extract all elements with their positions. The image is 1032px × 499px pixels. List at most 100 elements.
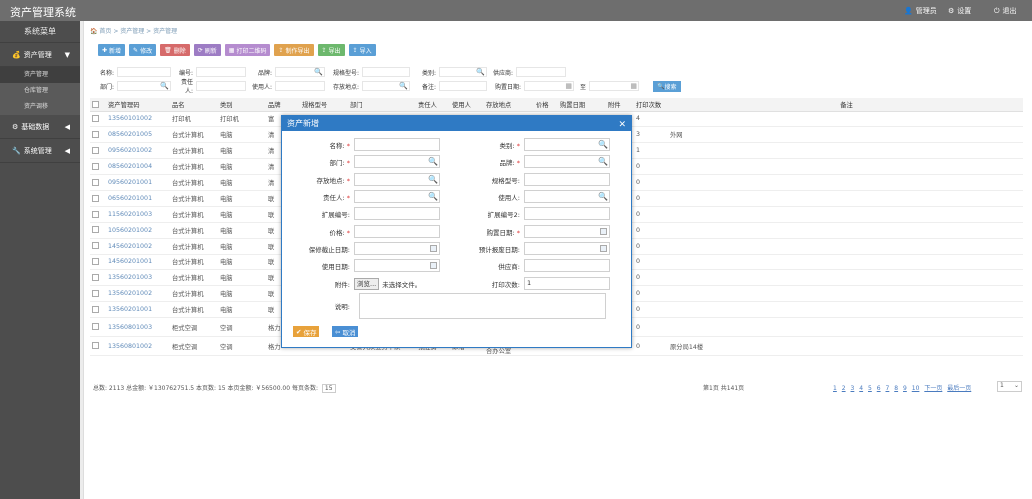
add-button[interactable]: ✚ 新增 bbox=[98, 44, 126, 56]
column-header[interactable]: 资产管理码 bbox=[106, 98, 170, 112]
row-checkbox[interactable] bbox=[90, 206, 106, 223]
row-checkbox[interactable] bbox=[90, 142, 106, 160]
cell-code[interactable]: 13560101002 bbox=[106, 111, 170, 128]
last-page-link[interactable]: 最后一页 bbox=[947, 385, 971, 392]
calendar-icon[interactable]: ▦ bbox=[565, 82, 572, 91]
cell-code[interactable]: 11560201003 bbox=[106, 206, 170, 223]
column-header[interactable]: 购置日期 bbox=[558, 98, 606, 112]
page-select[interactable]: 1 ⌄ bbox=[997, 381, 1022, 392]
user-input[interactable]: 🔍 bbox=[524, 190, 610, 203]
sidebar-item-asset-management[interactable]: 资产管理 bbox=[0, 67, 80, 83]
model-input[interactable] bbox=[524, 173, 610, 186]
cell-code[interactable]: 13560201002 bbox=[106, 285, 170, 303]
search-icon[interactable]: 🔍 bbox=[160, 82, 169, 91]
checkbox-icon[interactable] bbox=[92, 100, 99, 108]
search-icon[interactable]: 🔍 bbox=[428, 174, 438, 185]
close-icon[interactable]: ✕ bbox=[618, 118, 626, 133]
filter-model-input[interactable] bbox=[362, 67, 410, 77]
row-checkbox[interactable] bbox=[90, 111, 106, 128]
cell-code[interactable]: 13560201003 bbox=[106, 269, 170, 287]
filter-brand-input[interactable]: 🔍 bbox=[275, 67, 325, 77]
search-icon[interactable]: 🔍 bbox=[476, 68, 485, 77]
column-header[interactable]: 存放地点 bbox=[484, 98, 534, 112]
calendar-icon[interactable] bbox=[430, 262, 437, 269]
print-count-input[interactable]: 1 bbox=[524, 277, 610, 290]
sidebar-item-warehouse[interactable]: 仓库管理 bbox=[0, 83, 80, 99]
checkbox-icon[interactable] bbox=[92, 115, 99, 123]
import-button[interactable]: ⇪ 导入 bbox=[348, 44, 376, 56]
calendar-icon[interactable] bbox=[600, 245, 607, 252]
column-header[interactable]: 类别 bbox=[218, 98, 266, 112]
cell-code[interactable]: 09560201002 bbox=[106, 142, 170, 160]
filter-user-input[interactable] bbox=[275, 81, 325, 91]
column-header[interactable]: 价格 bbox=[534, 98, 558, 112]
search-icon[interactable]: 🔍 bbox=[399, 82, 408, 91]
settings-link[interactable]: ⚙ 设置 bbox=[948, 6, 971, 16]
calendar-icon[interactable]: ▦ bbox=[630, 82, 637, 91]
brand-input[interactable]: 🔍 bbox=[524, 155, 610, 168]
sidebar-group-system[interactable]: 🔧 系统管理 ◀ bbox=[0, 139, 80, 163]
column-header[interactable]: 品名 bbox=[170, 98, 218, 112]
row-checkbox[interactable] bbox=[90, 190, 106, 207]
checkbox-icon[interactable] bbox=[92, 258, 99, 266]
cell-code[interactable]: 08560201004 bbox=[106, 158, 170, 176]
save-button[interactable]: ✔ 保存 bbox=[293, 326, 320, 337]
cell-code[interactable]: 13560801003 bbox=[106, 317, 170, 338]
cell-code[interactable]: 14560201001 bbox=[106, 254, 170, 271]
export-button[interactable]: ⇪ 导出 bbox=[317, 44, 345, 56]
filter-location-input[interactable]: 🔍 bbox=[362, 81, 410, 91]
checkbox-icon[interactable] bbox=[92, 323, 99, 331]
column-header[interactable]: 部门 bbox=[348, 98, 416, 112]
cell-code[interactable]: 10560201002 bbox=[106, 222, 170, 239]
page-link[interactable]: 6 bbox=[877, 385, 881, 392]
page-link[interactable]: 2 bbox=[842, 385, 846, 392]
page-link[interactable]: 4 bbox=[859, 385, 863, 392]
admin-link[interactable]: 👤 管理员 bbox=[904, 6, 937, 16]
use-date-input[interactable] bbox=[354, 259, 440, 272]
row-checkbox[interactable] bbox=[90, 317, 106, 338]
filter-name-input[interactable] bbox=[117, 67, 171, 77]
filter-owner-input[interactable] bbox=[196, 81, 246, 91]
page-link[interactable]: 9 bbox=[903, 385, 907, 392]
ext-code-input[interactable] bbox=[354, 207, 440, 220]
sidebar-group-basic-data[interactable]: ⚙ 基础数据 ◀ bbox=[0, 115, 80, 139]
description-textarea[interactable] bbox=[359, 293, 606, 319]
checkbox-icon[interactable] bbox=[92, 162, 99, 170]
page-link[interactable]: 1 bbox=[833, 385, 837, 392]
column-header[interactable]: 备注 bbox=[668, 98, 1023, 112]
column-header[interactable]: 打印次数 bbox=[634, 98, 668, 112]
search-icon[interactable]: 🔍 bbox=[314, 68, 323, 77]
search-button[interactable]: 🔍 搜索 bbox=[653, 80, 681, 92]
page-link[interactable]: 5 bbox=[868, 385, 872, 392]
owner-input[interactable]: 🔍 bbox=[354, 190, 440, 203]
supplier-input[interactable] bbox=[524, 259, 610, 272]
column-header[interactable]: 品牌 bbox=[266, 98, 300, 112]
page-link[interactable]: 10 bbox=[912, 385, 920, 392]
cell-code[interactable]: 13560801002 bbox=[106, 336, 170, 357]
breadcrumb-text[interactable]: 首页 > 资产管理 > 资产管理 bbox=[99, 28, 177, 35]
search-icon[interactable]: 🔍 bbox=[598, 156, 608, 167]
sidebar-group-assets[interactable]: 💰 资产管理 ▼ bbox=[0, 43, 80, 67]
page-link[interactable]: 3 bbox=[851, 385, 855, 392]
warranty-date-input[interactable] bbox=[354, 242, 440, 255]
filter-supplier-input[interactable] bbox=[516, 67, 566, 77]
per-page-input[interactable]: 15 bbox=[321, 384, 336, 393]
location-input[interactable]: 🔍 bbox=[354, 173, 440, 186]
filter-remark-input[interactable] bbox=[439, 81, 487, 91]
sidebar-collapse-handle[interactable] bbox=[80, 21, 84, 499]
checkbox-icon[interactable] bbox=[92, 289, 99, 297]
checkbox-icon[interactable] bbox=[92, 210, 99, 218]
cell-code[interactable]: 14560201002 bbox=[106, 238, 170, 255]
row-checkbox[interactable] bbox=[90, 336, 106, 357]
category-input[interactable]: 🔍 bbox=[524, 138, 610, 151]
export-template-button[interactable]: ⇪ 制作导出 bbox=[274, 44, 314, 56]
checkbox-icon[interactable] bbox=[92, 242, 99, 250]
column-header[interactable]: 使用人 bbox=[450, 98, 484, 112]
row-checkbox[interactable] bbox=[90, 285, 106, 303]
delete-button[interactable]: 🗑 删除 bbox=[160, 44, 190, 56]
calendar-icon[interactable] bbox=[430, 245, 437, 252]
checkbox-icon[interactable] bbox=[92, 146, 99, 154]
next-page-link[interactable]: 下一页 bbox=[924, 385, 942, 392]
cancel-button[interactable]: ⇦ 取消 bbox=[332, 326, 359, 337]
row-checkbox[interactable] bbox=[90, 174, 106, 191]
